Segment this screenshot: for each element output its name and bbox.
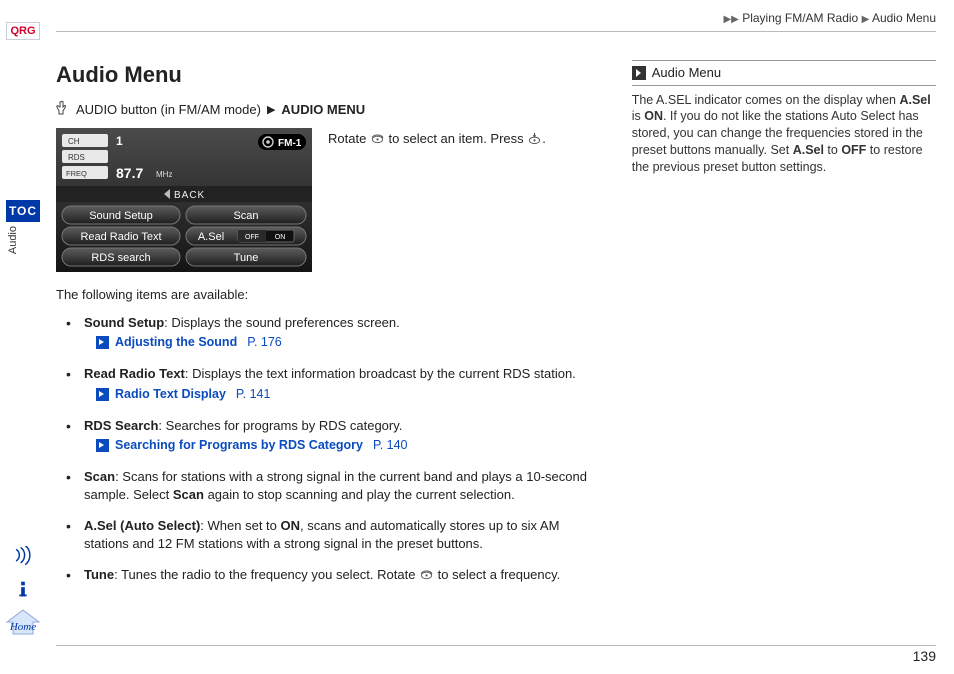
list-item: Sound Setup: Displays the sound preferen…	[72, 314, 604, 351]
svg-text:OFF: OFF	[245, 234, 259, 241]
svg-text:MHz: MHz	[156, 170, 172, 179]
intro-text: The following items are available:	[56, 286, 604, 304]
left-rail: QRG TOC Audio Home	[0, 0, 46, 674]
list-item: RDS Search: Searches for programs by RDS…	[72, 417, 604, 454]
svg-text:Read Radio Text: Read Radio Text	[80, 231, 161, 243]
svg-text:Sound Setup: Sound Setup	[89, 210, 153, 222]
xref-link[interactable]: Adjusting the SoundP. 176	[96, 334, 604, 351]
breadcrumb-b: Audio Menu	[872, 11, 936, 25]
section-label: Audio	[6, 226, 40, 254]
note-icon	[632, 66, 646, 80]
item-list: Sound Setup: Displays the sound preferen…	[56, 314, 604, 586]
triangle-icon: ▶	[267, 103, 275, 118]
footer-rule	[56, 645, 936, 646]
triangle-icon: ▶▶	[723, 14, 738, 25]
nav-path-a: AUDIO button (in FM/AM mode)	[76, 101, 261, 119]
svg-text:1: 1	[116, 134, 123, 148]
display-screenshot: CH 1 RDS FREQ 87.7 MHz FM-1	[56, 128, 312, 272]
svg-text:RDS search: RDS search	[91, 252, 150, 264]
toc-button[interactable]: TOC	[6, 200, 40, 222]
svg-text:RDS: RDS	[68, 153, 85, 162]
svg-text:Scan: Scan	[233, 210, 258, 222]
sidebar-body: The A.SEL indicator comes on the display…	[632, 92, 936, 176]
list-item: Tune: Tunes the radio to the frequency y…	[72, 566, 604, 586]
triangle-icon: ▶	[862, 14, 870, 25]
nav-path: AUDIO button (in FM/AM mode) ▶ AUDIO MEN…	[56, 100, 604, 121]
page-title: Audio Menu	[56, 60, 604, 90]
side-column: Audio Menu The A.SEL indicator comes on …	[632, 60, 936, 614]
rotate-dial-icon	[370, 132, 385, 150]
sidebar-heading: Audio Menu	[632, 60, 936, 86]
xref-link[interactable]: Searching for Programs by RDS CategoryP.…	[96, 437, 604, 454]
rotate-dial-icon	[419, 568, 434, 586]
figure-caption: Rotate to select an item. Press .	[328, 128, 604, 272]
svg-text:BACK: BACK	[174, 190, 205, 201]
xref-icon	[96, 336, 109, 349]
xref-link[interactable]: Radio Text DisplayP. 141	[96, 386, 604, 403]
nav-path-b: AUDIO MENU	[281, 101, 365, 119]
home-label: Home	[2, 620, 44, 635]
svg-text:CH: CH	[68, 137, 80, 146]
main-column: Audio Menu AUDIO button (in FM/AM mode) …	[56, 60, 604, 614]
svg-text:FREQ: FREQ	[66, 169, 87, 178]
push-dial-icon	[527, 132, 542, 150]
list-item: Read Radio Text: Displays the text infor…	[72, 365, 604, 402]
page-number: 139	[913, 647, 936, 666]
home-button[interactable]: Home	[2, 608, 44, 638]
list-item: Scan: Scans for stations with a strong s…	[72, 468, 604, 503]
svg-text:FM-1: FM-1	[278, 138, 302, 149]
svg-text:A.Sel: A.Sel	[198, 231, 224, 243]
svg-text:ON: ON	[275, 234, 286, 241]
svg-text:87.7: 87.7	[116, 165, 143, 181]
list-item: A.Sel (Auto Select): When set to ON, sca…	[72, 517, 604, 552]
info-icon[interactable]	[6, 576, 40, 602]
xref-icon	[96, 388, 109, 401]
svg-text:Tune: Tune	[234, 252, 259, 264]
breadcrumb-a: Playing FM/AM Radio	[742, 11, 858, 25]
settings-icon[interactable]	[6, 544, 40, 570]
xref-icon	[96, 439, 109, 452]
breadcrumb: ▶▶ Playing FM/AM Radio ▶ Audio Menu	[56, 10, 936, 32]
hand-pointer-icon	[56, 100, 70, 121]
qrg-badge[interactable]: QRG	[6, 22, 40, 40]
